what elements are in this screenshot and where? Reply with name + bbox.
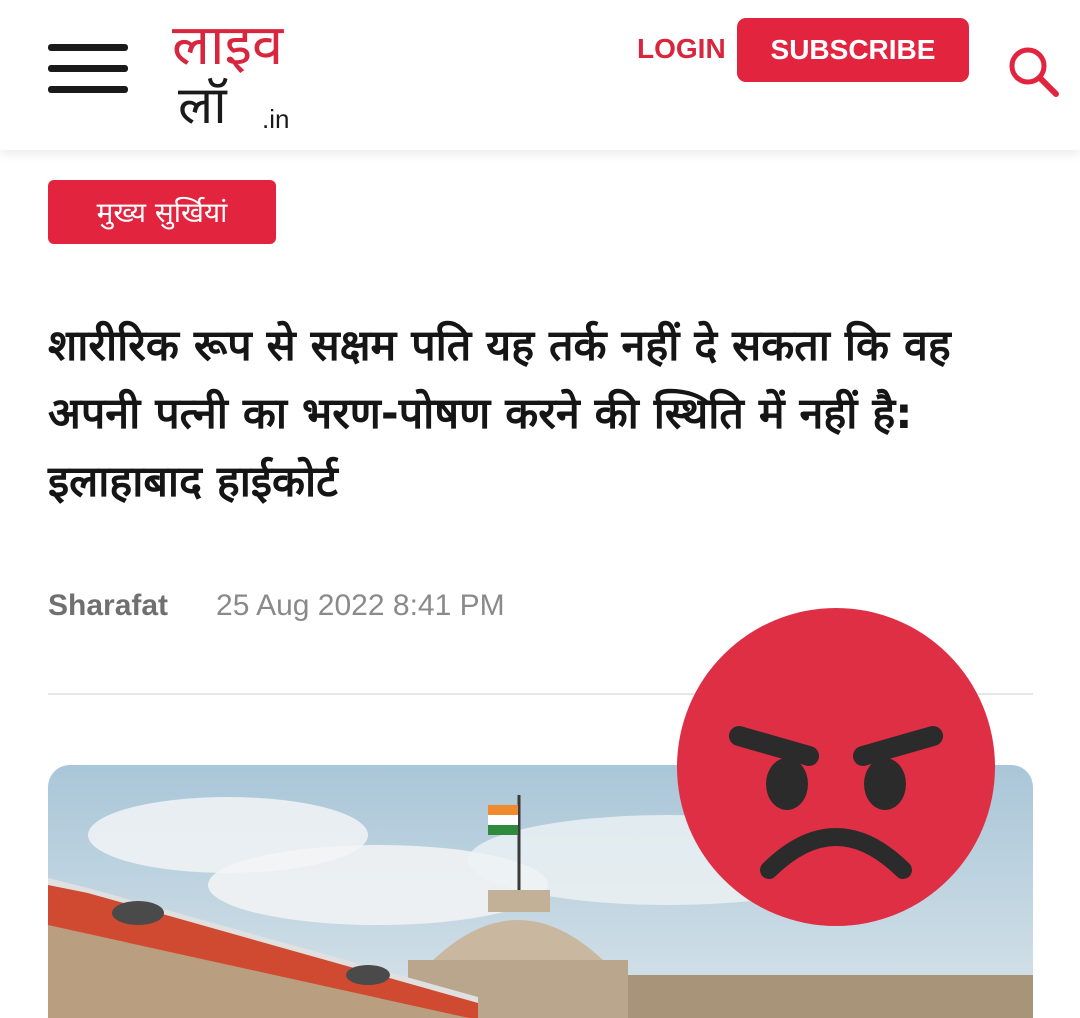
logo-text-bottom: लॉ xyxy=(178,76,227,136)
search-icon[interactable] xyxy=(1006,44,1060,98)
article-byline: Sharafat 25 Aug 2022 8:41 PM xyxy=(48,586,505,626)
site-logo[interactable]: लाइव लॉ .in xyxy=(172,13,372,137)
publish-date: 25 Aug 2022 8:41 PM xyxy=(216,589,505,622)
logo-suffix: .in xyxy=(262,104,290,134)
subscribe-button[interactable]: SUBSCRIBE xyxy=(737,18,969,82)
logo-text-top: लाइव xyxy=(172,13,284,78)
article-headline: शारीरिक रूप से सक्षम पति यह तर्क नहीं दे… xyxy=(48,321,951,507)
hamburger-menu-icon[interactable] xyxy=(48,44,128,94)
author-name[interactable]: Sharafat xyxy=(48,589,168,623)
angry-face-emoji xyxy=(677,608,995,926)
site-header: लाइव लॉ .in LOGIN SUBSCRIBE xyxy=(0,0,1080,150)
category-tag[interactable]: मुख्य सुर्खियां xyxy=(48,180,276,244)
login-link[interactable]: LOGIN xyxy=(637,33,726,65)
